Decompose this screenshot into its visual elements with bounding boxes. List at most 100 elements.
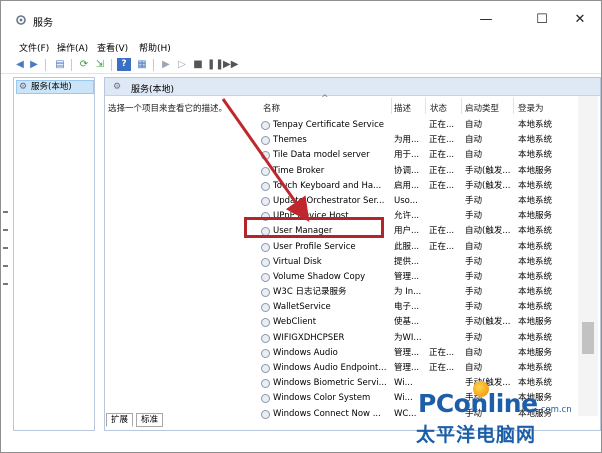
tree-item-services-local[interactable]: ⚙ 服务(本地): [16, 80, 94, 94]
service-row[interactable]: WalletService 电子... 手动 本地系统: [255, 300, 585, 315]
service-startup-type: 自动: [465, 347, 483, 358]
service-gear-icon: [261, 196, 270, 206]
service-row[interactable]: User Profile Service 此服... 正在... 自动 本地系统: [255, 240, 585, 255]
console-tree-icon[interactable]: ▤: [53, 58, 67, 71]
service-description: 此服...: [394, 241, 420, 252]
pause-icon[interactable]: ❚❚: [207, 58, 224, 71]
service-startup-type: 手动: [465, 302, 483, 313]
refresh-icon[interactable]: ⟳: [77, 58, 91, 71]
export-icon[interactable]: ⇲: [93, 58, 107, 71]
service-name: Themes: [273, 135, 307, 146]
menu-help[interactable]: 帮助(H): [139, 41, 171, 54]
service-row[interactable]: Windows Audio Endpoint... 管理... 正在... 自动 本地系…: [255, 361, 585, 376]
service-startup-type: 自动: [465, 120, 483, 130]
menu-action[interactable]: 操作(A): [57, 41, 88, 54]
service-gear-icon: [261, 288, 270, 298]
service-row[interactable]: W3C 日志记录服务 为 In... 手动 本地系统: [255, 285, 585, 300]
service-gear-icon: [261, 379, 270, 389]
restart-icon[interactable]: ▶▶: [223, 58, 238, 71]
service-status: 正在...: [429, 150, 455, 161]
service-log-on-as: 本地系统: [518, 332, 553, 343]
service-name: Update Orchestrator Ser...: [273, 195, 385, 206]
title-bar: 服务 — ☐ ✕: [1, 1, 601, 37]
gear-icon: ⚙: [113, 82, 122, 92]
column-headers: ^ 名称 描述 状态 启动类型 登录为: [255, 94, 600, 116]
service-row[interactable]: Volume Shadow Copy 管理... 手动 本地系统: [255, 270, 585, 285]
service-row[interactable]: Touch Keyboard and Ha... 启用... 正在... 手动(触发.…: [255, 179, 585, 194]
watermark-domain: .com.cn: [538, 405, 572, 415]
column-description[interactable]: 描述: [394, 102, 411, 114]
tab-standard[interactable]: 标准: [136, 413, 164, 427]
service-description: 电子...: [394, 302, 420, 313]
service-gear-icon: [261, 303, 270, 313]
service-log-on-as: 本地服务: [518, 347, 553, 358]
service-gear-icon: [261, 348, 270, 358]
maximize-button[interactable]: ☐: [523, 9, 561, 31]
service-row[interactable]: Time Broker 协调... 正在... 手动(触发... 本地服务: [255, 164, 585, 179]
menu-file[interactable]: 文件(F): [19, 41, 49, 54]
stop-icon[interactable]: ■: [191, 58, 205, 71]
watermark-subtitle: 太平洋电脑网: [416, 424, 537, 446]
service-row[interactable]: WebClient 使基... 手动(触发... 本地服务: [255, 315, 585, 330]
tree-item-label: 服务(本地): [31, 82, 72, 92]
service-name: Touch Keyboard and Ha...: [273, 180, 382, 191]
column-log-on-as[interactable]: 登录为: [518, 102, 544, 114]
pane-header: ⚙ 服务(本地): [105, 78, 600, 96]
back-icon[interactable]: ◀: [13, 58, 27, 71]
service-row[interactable]: Themes 为用... 正在... 自动 本地系统: [255, 133, 585, 148]
service-description: 使基...: [394, 317, 420, 328]
service-startup-type: 手动: [465, 256, 483, 267]
service-log-on-as: 本地系统: [518, 302, 553, 313]
service-startup-type: 手动(触发...: [465, 180, 511, 191]
tab-extended[interactable]: 扩展: [106, 413, 134, 427]
service-row[interactable]: Tenpay Certificate Service 正在... 自动 本地系统: [255, 118, 585, 133]
forward-icon[interactable]: ▶: [27, 58, 41, 71]
service-description: 为用...: [394, 135, 420, 146]
column-startup-type[interactable]: 启动类型: [465, 102, 499, 114]
vertical-scrollbar[interactable]: [578, 96, 598, 416]
service-name: Time Broker: [273, 165, 325, 176]
menu-view[interactable]: 查看(V): [97, 41, 128, 54]
service-row[interactable]: Virtual Disk 提供... 手动 本地系统: [255, 255, 585, 270]
service-gear-icon: [261, 136, 270, 146]
service-name: Windows Biometric Servi...: [273, 378, 387, 389]
service-name: Windows Color System: [273, 393, 371, 404]
view-tabs: 扩展 标准: [104, 412, 304, 428]
services-window: 服务 — ☐ ✕ 文件(F) 操作(A) 查看(V) 帮助(H) ◀ ▶ ▤ ⟳…: [0, 0, 602, 453]
service-gear-icon: [261, 318, 270, 328]
close-button[interactable]: ✕: [561, 9, 599, 31]
service-log-on-as: 本地服务: [518, 211, 553, 222]
service-startup-type: 自动(触发...: [465, 226, 511, 237]
service-startup-type: 自动: [465, 363, 483, 373]
pconline-watermark: PConline .com.cn 太平洋电脑网: [406, 381, 601, 453]
service-description: 启用...: [394, 180, 420, 191]
services-pane: ⚙ 服务(本地) 选择一个项目来查看它的描述。 ^ 名称 描述 状态 启动类型 …: [104, 77, 601, 431]
service-description: 协调...: [394, 165, 420, 176]
service-startup-type: 手动: [465, 211, 483, 222]
column-status[interactable]: 状态: [430, 102, 447, 114]
service-row[interactable]: Tile Data model server 用于... 正在... 自动 本地系统: [255, 148, 585, 163]
service-row[interactable]: WIFIGXDHCPSER 为WI... 手动 本地系统: [255, 331, 585, 346]
window-title: 服务: [33, 18, 53, 29]
scrollbar-thumb[interactable]: [582, 322, 594, 354]
column-name[interactable]: 名称: [263, 102, 280, 114]
help-icon[interactable]: ?: [117, 58, 131, 71]
service-name: Tile Data model server: [273, 150, 370, 161]
services-list: Tenpay Certificate Service 正在... 自动 本地系统 The…: [255, 118, 585, 422]
minimize-button[interactable]: —: [467, 9, 505, 31]
play-alt-icon[interactable]: ▷: [175, 58, 189, 71]
service-row[interactable]: Windows Audio 管理... 正在... 自动 本地服务: [255, 346, 585, 361]
window-edge-marks: [3, 211, 11, 301]
toolbar-separator: [153, 59, 154, 71]
service-gear-icon: [261, 364, 270, 373]
gear-icon: ⚙: [19, 82, 28, 92]
service-name: Volume Shadow Copy: [273, 271, 366, 282]
service-log-on-as: 本地系统: [518, 226, 553, 237]
properties-icon[interactable]: ▦: [135, 58, 149, 71]
highlight-box: [244, 217, 384, 238]
service-startup-type: 自动: [465, 135, 483, 146]
service-description: 管理...: [394, 363, 420, 373]
service-log-on-as: 本地系统: [518, 271, 553, 282]
service-row[interactable]: Update Orchestrator Ser... Uso... 手动 本地系统: [255, 194, 585, 209]
play-icon[interactable]: ▶: [159, 58, 173, 71]
